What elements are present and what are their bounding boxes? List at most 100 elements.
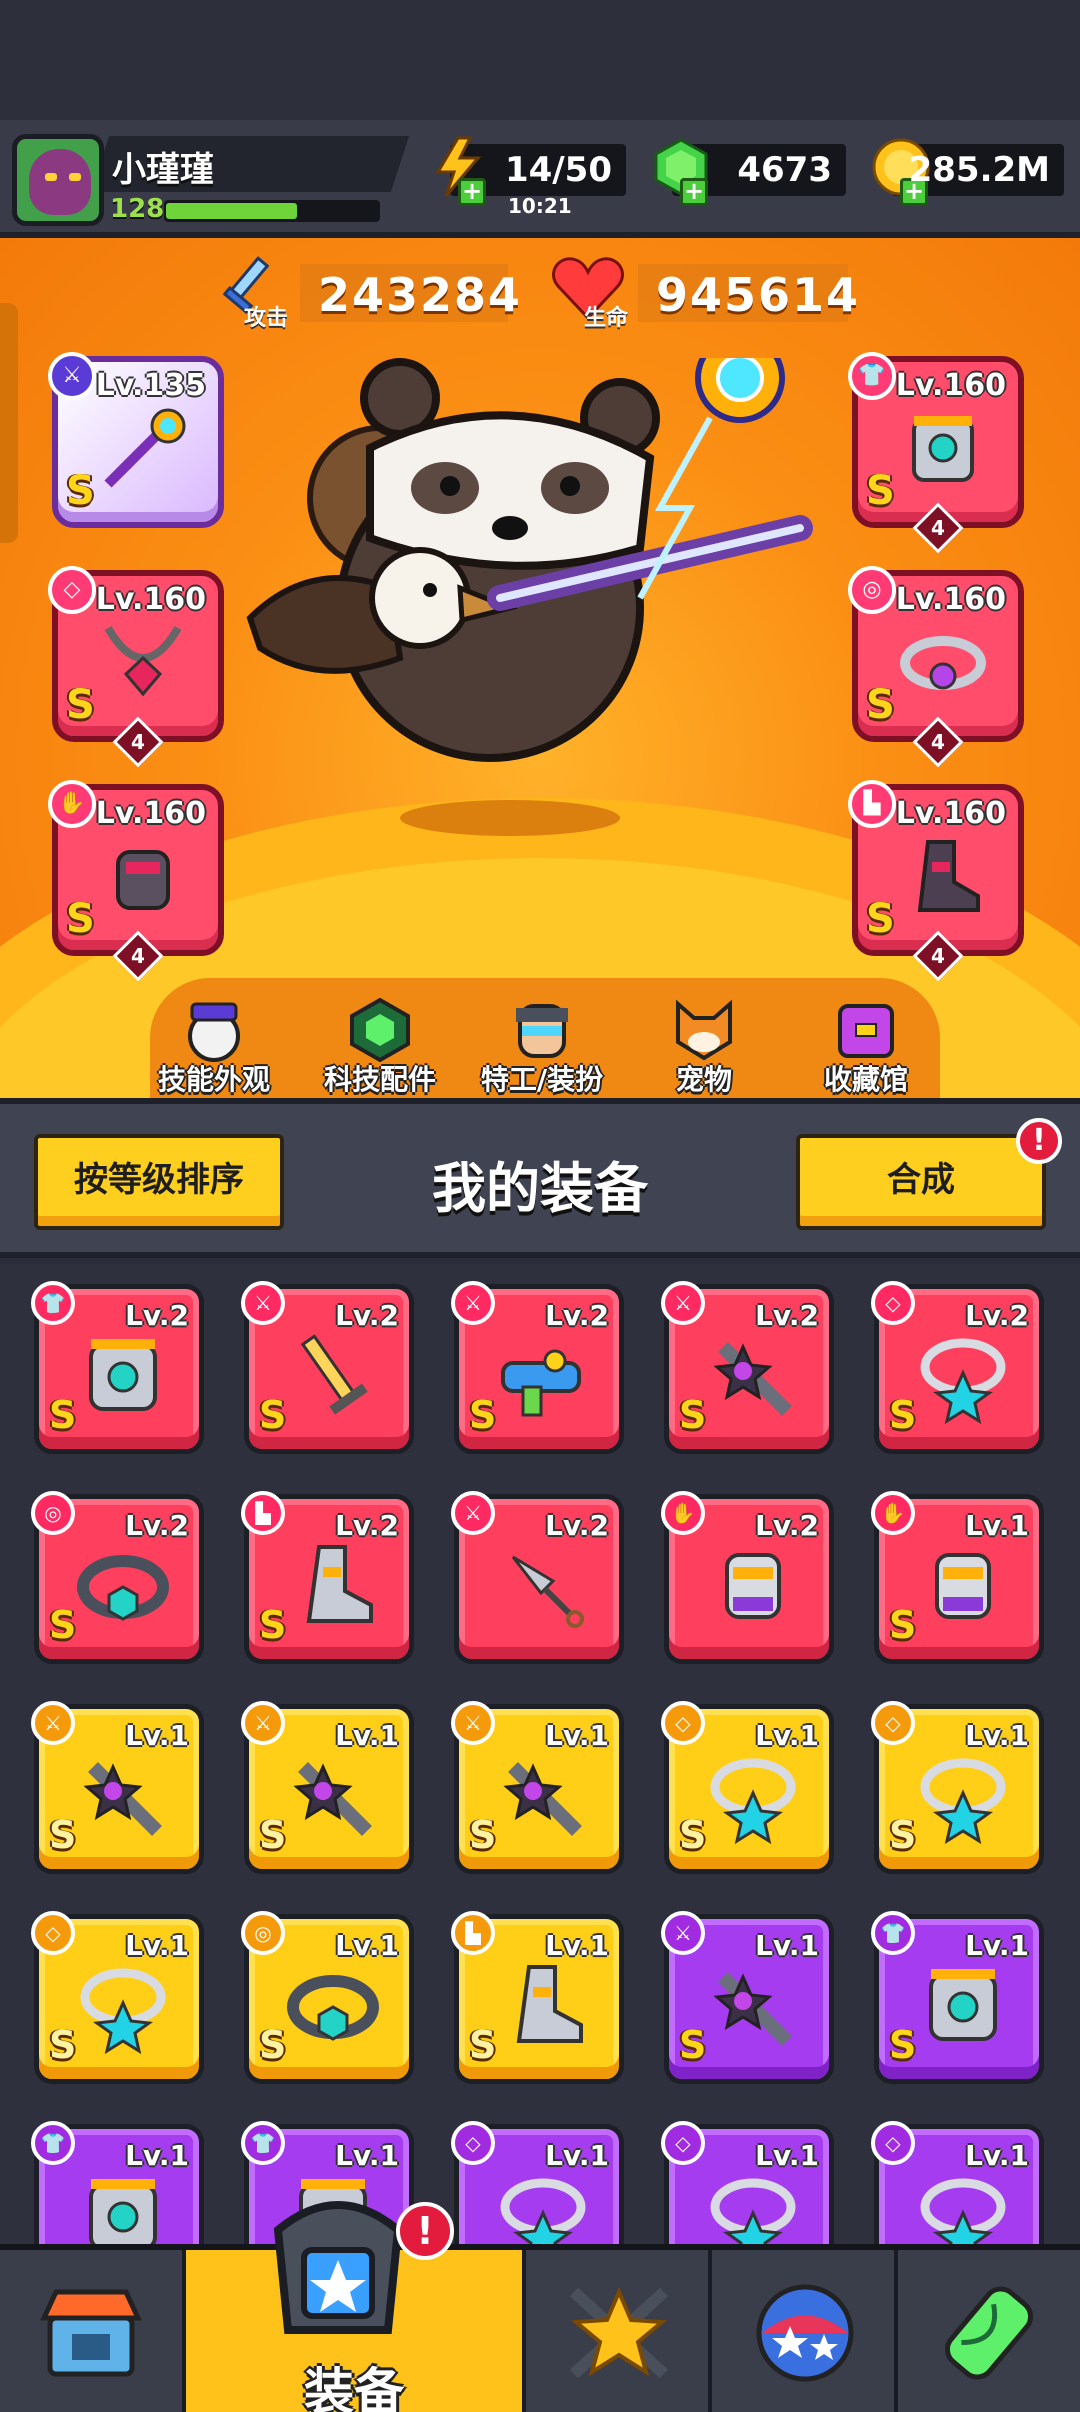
item-grade: S <box>469 1813 497 1857</box>
player-level: 128 <box>110 194 165 224</box>
nav-evolution[interactable] <box>898 2250 1080 2412</box>
inventory-item[interactable]: ⚔ Lv.1 S <box>31 1701 204 1874</box>
nav-shop[interactable] <box>0 2250 186 2412</box>
slot-grade: S <box>66 896 95 942</box>
menu-tech-part[interactable]: 科技配件 <box>300 998 460 1098</box>
inventory-item[interactable]: ◇ Lv.2 S <box>871 1281 1044 1454</box>
item-category-icon: ✋ <box>871 1491 915 1535</box>
item-level: Lv.2 <box>965 1299 1029 1332</box>
coin-counter[interactable]: + 285.2M <box>872 138 1064 206</box>
item-category-icon: 👕 <box>241 2121 285 2165</box>
inventory-item[interactable]: ◇ Lv.1 S <box>661 1701 834 1874</box>
inventory-item[interactable]: ⚔ Lv.2 S <box>661 1281 834 1454</box>
attack-label: 攻击 <box>244 306 289 331</box>
inventory-item[interactable]: ◎ Lv.2 S <box>31 1491 204 1664</box>
inventory-item[interactable]: 👕 Lv.1 S <box>871 1911 1044 2084</box>
item-grade: S <box>259 1603 287 1647</box>
armor-category-icon: 👕 <box>848 352 896 400</box>
sort-by-level-button[interactable]: 按等级排序 <box>34 1134 284 1230</box>
item-category-icon: ◇ <box>451 2121 495 2165</box>
inventory-item[interactable]: ⚔ Lv.1 S <box>451 1701 624 1874</box>
bottom-nav: ! 装备 <box>0 2201 1080 2412</box>
player-name: 小瑾瑾 <box>112 150 214 190</box>
gem-value: 4673 <box>737 150 832 190</box>
slot-grade: S <box>66 468 95 514</box>
avatar[interactable] <box>12 134 104 226</box>
skill-skin-icon <box>188 1002 240 1062</box>
slot-level: Lv.135 <box>95 368 206 403</box>
necklace-icon <box>710 1758 796 1845</box>
item-level: Lv.1 <box>335 2139 399 2172</box>
shop-icon <box>40 2289 142 2377</box>
inventory-item[interactable]: ⚔ Lv.2 <box>451 1491 624 1664</box>
equip-slot-necklace[interactable]: ◇ Lv.160 S 4 <box>48 566 224 768</box>
inventory-item[interactable]: ✋ Lv.2 <box>661 1491 834 1664</box>
item-level: Lv.1 <box>545 2139 609 2172</box>
equip-slot-belt[interactable]: ◎ Lv.160 S 4 <box>848 566 1024 768</box>
nav-battle[interactable] <box>526 2250 712 2412</box>
hp-value: 945614 <box>656 268 861 322</box>
sword-icon <box>300 1334 368 1415</box>
nav-equipment[interactable]: ! 装备 <box>186 2201 526 2412</box>
item-level: Lv.1 <box>755 1929 819 1962</box>
inventory-item[interactable]: 👕 Lv.2 S <box>31 1281 204 1454</box>
inventory-item[interactable]: ◇ Lv.1 <box>661 2121 834 2244</box>
energy-counter[interactable]: + 14/50 10:21 <box>435 136 626 218</box>
equip-slot-armor[interactable]: 👕 Lv.160 S 4 <box>848 352 1024 554</box>
inventory-grid: 👕 Lv.2 S ⚔ Lv.2 S ⚔ Lv.2 S ⚔ Lv.2 S ◇ Lv.2 S ◎ Lv.2 S ▙ Lv.… <box>0 1264 1080 2244</box>
player-header: 小瑾瑾 128 + 14/50 10:21 + 4673 + 285.2M <box>0 120 1080 238</box>
menu-label: 科技配件 <box>323 1063 436 1096</box>
item-category-icon: ⚔ <box>661 1911 705 1955</box>
side-drawer-handle[interactable] <box>0 303 18 543</box>
inventory-item[interactable]: 👕 Lv.1 <box>31 2121 204 2244</box>
inventory-item[interactable]: ⚔ Lv.1 S <box>661 1911 834 2084</box>
menu-pet[interactable]: 宠物 <box>624 998 784 1098</box>
menu-agent-outfit[interactable]: 特工/装扮 <box>462 998 622 1098</box>
inventory-item[interactable]: ◎ Lv.1 S <box>241 1911 414 2084</box>
item-category-icon: 👕 <box>871 1911 915 1955</box>
item-grade: S <box>49 1603 77 1647</box>
merge-button[interactable]: 合成 <box>796 1134 1046 1230</box>
hp-stat: 945614 <box>638 264 858 322</box>
menu-skill-skin[interactable]: 技能外观 <box>134 998 294 1098</box>
nav-equipment-label: 装备 <box>304 2363 404 2412</box>
necklace-icon <box>710 2178 796 2244</box>
inventory-item[interactable]: ◇ Lv.1 S <box>871 1701 1044 1874</box>
inventory-item[interactable]: ⚔ Lv.2 S <box>451 1281 624 1454</box>
inventory-item[interactable]: ▙ Lv.1 S <box>451 1911 624 2084</box>
shuriken-blade-icon <box>713 1972 792 2046</box>
inventory-item[interactable]: ⚔ Lv.2 S <box>241 1281 414 1454</box>
item-grade: S <box>889 1393 917 1437</box>
dna-icon <box>944 2286 1034 2380</box>
inventory-item[interactable]: ◇ Lv.1 S <box>31 1911 204 2084</box>
item-grade: S <box>679 1813 707 1857</box>
equip-slot-glove[interactable]: ✋ Lv.160 S 4 <box>48 780 224 982</box>
item-category-icon: ▙ <box>451 1911 495 1955</box>
item-level: Lv.2 <box>545 1299 609 1332</box>
inventory-item[interactable]: ◇ Lv.1 <box>451 2121 624 2244</box>
item-category-icon: ◇ <box>661 2121 705 2165</box>
inventory-item[interactable]: ▙ Lv.2 S <box>241 1491 414 1664</box>
inventory-item[interactable]: ◇ Lv.1 <box>871 2121 1044 2244</box>
inventory-item[interactable]: ⚔ Lv.1 S <box>241 1701 414 1874</box>
item-grade: S <box>259 1813 287 1857</box>
collection-icon <box>838 1004 894 1058</box>
item-category-icon: ⚔ <box>451 1491 495 1535</box>
status-area <box>0 0 1080 122</box>
add-energy-button[interactable]: + <box>458 178 486 206</box>
item-category-icon: ◇ <box>871 1281 915 1325</box>
menu-label: 特工/装扮 <box>480 1063 604 1096</box>
energy-value: 14/50 <box>504 150 612 190</box>
inventory-item[interactable]: ✋ Lv.1 S <box>871 1491 1044 1664</box>
equip-slot-boot[interactable]: ▙ Lv.160 S 4 <box>848 780 1024 982</box>
gem-counter[interactable]: + 4673 <box>654 138 846 206</box>
add-gems-button[interactable]: + <box>680 178 708 206</box>
item-category-icon: ✋ <box>661 1491 705 1535</box>
item-category-icon: ◇ <box>871 1701 915 1745</box>
nav-event[interactable] <box>712 2250 898 2412</box>
menu-collection[interactable]: 收藏馆 <box>786 998 946 1098</box>
item-category-icon: 👕 <box>31 1281 75 1325</box>
menu-label: 宠物 <box>675 1063 732 1096</box>
equip-slot-weapon[interactable]: ⚔ Lv.135 S <box>48 352 224 528</box>
item-level: Lv.1 <box>755 2139 819 2172</box>
